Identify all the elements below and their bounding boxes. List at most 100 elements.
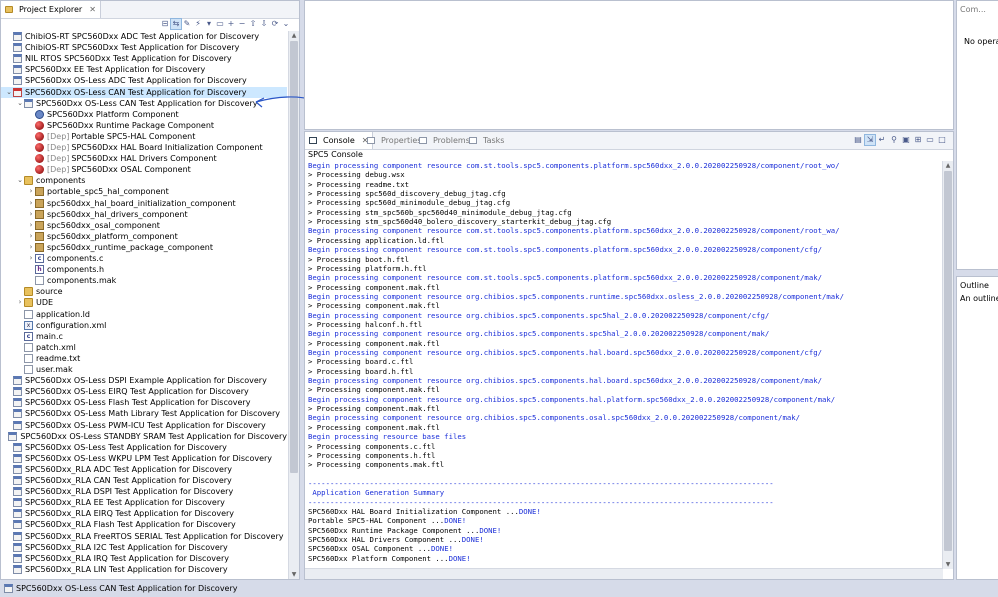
tree-item[interactable]: SPC560Dxx_RLA IRQ Test Application for D… [1, 553, 287, 564]
console-line: SPC560Dxx OSAL Component ...DONE! [308, 544, 453, 553]
tree-item[interactable]: [Dep] SPC560Dxx HAL Board Initialization … [1, 142, 287, 153]
console-line-text: SPC560Dxx OSAL Component ... [308, 544, 432, 554]
tree-item[interactable]: SPC560Dxx_RLA EIRQ Test Application for … [1, 508, 287, 519]
collapsed-chevron-icon[interactable]: › [27, 209, 35, 220]
xml-file-icon: x [24, 320, 33, 330]
collapsed-chevron-icon[interactable]: › [27, 242, 35, 253]
tree-item[interactable]: SPC560Dxx_RLA I2C Test Application for D… [1, 542, 287, 553]
tree-item[interactable]: SPC560Dxx_RLA EE Test Application for Di… [1, 497, 287, 508]
tree-item[interactable]: SPC560Dxx_RLA DSPI Test Application for … [1, 486, 287, 497]
tree-item[interactable]: readme.txt [1, 353, 287, 364]
tree-item[interactable]: SPC560Dxx OS-Less PWM-ICU Test Applicati… [1, 420, 287, 431]
scroll-down-icon[interactable]: ▼ [289, 570, 299, 579]
project-explorer-tab[interactable]: Project Explorer ✕ [1, 1, 101, 18]
tree-item[interactable]: patch.xml [1, 342, 287, 353]
tree-item[interactable]: › spc560dxx_platform_component [1, 231, 287, 242]
clear-console-icon[interactable]: ▤ [853, 135, 863, 145]
tree-item[interactable]: SPC560Dxx OS-Less ADC Test Application f… [1, 75, 287, 86]
word-wrap-icon[interactable]: ↵ [877, 135, 887, 145]
refresh-icon[interactable]: ⟳ [270, 19, 280, 29]
c-file-icon: c [24, 331, 33, 341]
tree-item[interactable]: ChibiOS-RT SPC560Dxx Test Application fo… [1, 42, 287, 53]
tree-item[interactable]: › spc560dxx_hal_drivers_component [1, 209, 287, 220]
tree-item[interactable]: ChibiOS-RT SPC560Dxx ADC Test Applicatio… [1, 31, 287, 42]
tree-item[interactable]: [Dep] SPC560Dxx OSAL Component [1, 164, 287, 175]
scroll-up-icon[interactable]: ▲ [289, 31, 299, 40]
maximize-icon[interactable]: □ [937, 135, 947, 145]
tree-item[interactable]: SPC560Dxx_RLA LIN Test Application for D… [1, 564, 287, 575]
collapsed-chevron-icon[interactable]: › [27, 220, 35, 231]
tree-item[interactable]: application.ld [1, 309, 287, 320]
c-file-icon: c [35, 254, 44, 263]
tree-item[interactable]: x configuration.xml [1, 320, 287, 331]
tree-item[interactable]: source [1, 286, 287, 297]
scrollbar-thumb[interactable] [944, 171, 952, 551]
tree-item[interactable]: SPC560Dxx_RLA Flash Test Application for… [1, 519, 287, 530]
collapsed-chevron-icon[interactable]: › [27, 231, 35, 242]
console-line: > Processing component.mak.ftl [308, 385, 440, 394]
tree-item[interactable]: SPC560Dxx EE Test Application for Discov… [1, 64, 287, 75]
add-icon[interactable]: + [226, 19, 236, 29]
generate-icon[interactable]: ⚡ [193, 19, 203, 29]
collapsed-chevron-icon[interactable]: › [27, 186, 35, 197]
tab-tasks[interactable]: Tasks [465, 132, 508, 149]
expanded-chevron-icon[interactable]: ⌄ [5, 87, 13, 98]
tree-item[interactable]: › spc560dxx_runtime_package_component [1, 242, 287, 253]
collapsed-chevron-icon[interactable]: › [27, 198, 35, 209]
console-line-text: SPC560Dxx Runtime Package Component ... [308, 525, 480, 535]
tree-item[interactable]: SPC560Dxx_RLA CAN Test Application for D… [1, 475, 287, 486]
collapse-all-icon[interactable]: ⊟ [160, 19, 170, 29]
remove-icon[interactable]: − [237, 19, 247, 29]
display-console-icon[interactable]: ▣ [901, 135, 911, 145]
tree-item[interactable]: › spc560dxx_hal_board_initialization_comp… [1, 198, 287, 209]
scroll-down-icon[interactable]: ▼ [943, 560, 953, 569]
scroll-up-icon[interactable]: ▲ [943, 161, 953, 170]
console-line-text: > Processing components.mak.ftl [308, 460, 445, 470]
move-down-icon[interactable]: ⇩ [259, 19, 269, 29]
wizard-icon[interactable]: ✎ [182, 19, 192, 29]
minimize-icon[interactable]: ▭ [215, 19, 225, 29]
console-line: > Processing component.mak.ftl [308, 301, 440, 310]
menu-chevron-icon[interactable]: ⌄ [281, 19, 291, 29]
tree-item[interactable]: ⌄ components [1, 175, 287, 186]
tree-item[interactable]: SPC560Dxx OS-Less DSPI Example Applicati… [1, 375, 287, 386]
collapsed-chevron-icon[interactable]: › [27, 253, 35, 264]
tree-item-label: SPC560Dxx_RLA ADC Test Application for D… [25, 464, 232, 474]
tree-item[interactable]: › UDE [1, 297, 287, 308]
tree-item[interactable]: user.mak [1, 364, 287, 375]
link-with-editor-icon[interactable]: ⇆ [170, 18, 182, 30]
project-icon [13, 531, 22, 541]
expanded-chevron-icon[interactable]: ⌄ [16, 175, 24, 186]
tree-item[interactable]: SPC560Dxx OS-Less STANDBY SRAM Test Appl… [1, 431, 287, 442]
console-vscrollbar[interactable]: ▲ ▼ [942, 161, 953, 569]
tree-item[interactable]: [Dep] Portable SPC5-HAL Component [1, 131, 287, 142]
tree-item[interactable]: h components.h [1, 264, 287, 275]
minimize-icon[interactable]: ▭ [925, 135, 935, 145]
expanded-chevron-icon[interactable]: ⌄ [16, 98, 24, 109]
tree-item[interactable]: NIL RTOS SPC560Dxx Test Application for … [1, 53, 287, 64]
tree-item[interactable]: › portable_spc5_hal_component [1, 186, 287, 197]
tree-item[interactable]: SPC560Dxx OS-Less WKPU LPM Test Applicat… [1, 453, 287, 464]
tree-item[interactable]: components.mak [1, 275, 287, 286]
collapsed-chevron-icon[interactable]: › [16, 297, 24, 308]
tree-item[interactable]: [Dep] SPC560Dxx HAL Drivers Component [1, 153, 287, 164]
pin-console-icon[interactable]: ⚲ [889, 135, 899, 145]
tree-item[interactable]: SPC560Dxx OS-Less Test Application for D… [1, 442, 287, 453]
tree-item[interactable]: c main.c [1, 331, 287, 342]
move-up-icon[interactable]: ⇧ [248, 19, 258, 29]
tree-item[interactable]: SPC560Dxx OS-Less EIRQ Test Application … [1, 386, 287, 397]
console-output[interactable]: Begin processing component resource com.… [308, 161, 941, 569]
tree-item[interactable]: SPC560Dxx_RLA FreeRTOS SERIAL Test Appli… [1, 531, 287, 542]
open-console-icon[interactable]: ⊞ [913, 135, 923, 145]
tree-item[interactable]: › spc560dxx_osal_component [1, 220, 287, 231]
console-hscrollbar[interactable] [305, 568, 943, 579]
view-menu-icon[interactable]: ▾ [204, 19, 214, 29]
tree-item[interactable]: › c components.c [1, 253, 287, 264]
tree-item[interactable]: SPC560Dxx_RLA ADC Test Application for D… [1, 464, 287, 475]
tree-item[interactable]: SPC560Dxx OS-Less Flash Test Application… [1, 397, 287, 408]
outline-tab-label[interactable]: Outline [960, 281, 989, 290]
tree-item[interactable]: SPC560Dxx OS-Less Math Library Test Appl… [1, 408, 287, 419]
close-icon[interactable]: ✕ [89, 5, 96, 14]
compare-tab-label[interactable]: Com... [960, 5, 986, 14]
scroll-lock-icon[interactable]: ⇲ [864, 134, 876, 146]
